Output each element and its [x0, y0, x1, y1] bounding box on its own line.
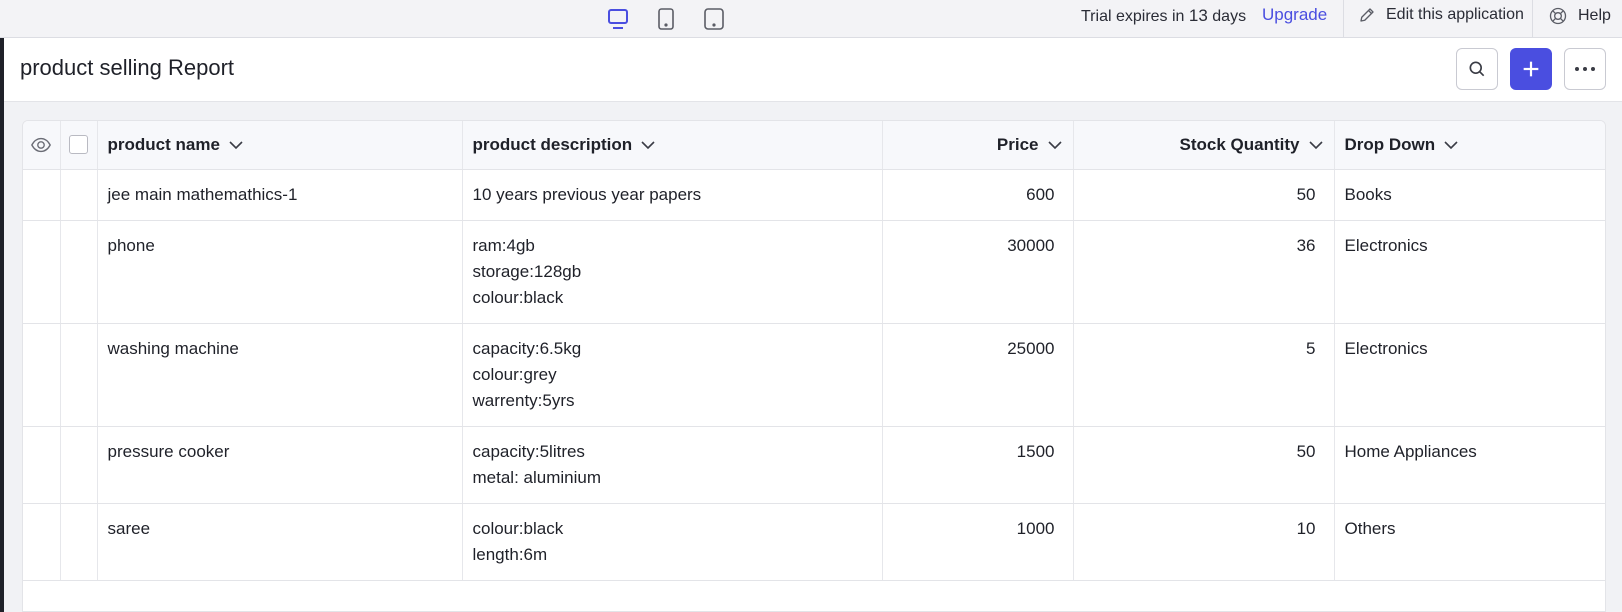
chevron-down-icon [641, 141, 655, 149]
cell-product-description: 10 years previous year papers [462, 169, 883, 221]
visibility-column[interactable] [23, 121, 61, 170]
row-visibility-cell [23, 220, 61, 324]
cell-product-description: capacity:5litres metal: aluminium [462, 426, 883, 504]
description-line: storage:128gb [472, 261, 582, 281]
description-line: ram:4gb [472, 235, 535, 255]
lifebuoy-icon [1549, 7, 1567, 25]
divider [1532, 0, 1533, 38]
edit-application-label: Edit this application [1386, 6, 1524, 23]
page-header: product selling Report [4, 38, 1622, 102]
row-select-cell[interactable] [60, 426, 98, 504]
row-select-cell[interactable] [60, 323, 98, 427]
cell-product-description: ram:4gb storage:128gb colour:black [462, 220, 883, 324]
description-line: colour:black [472, 287, 564, 307]
cell-price: 600 [882, 169, 1074, 221]
cell-drop-down: Books [1334, 169, 1605, 221]
cell-stock-quantity: 36 [1073, 220, 1335, 324]
table-row[interactable]: washing machine capacity:6.5kg colour:gr… [23, 323, 1605, 427]
description-line: metal: aluminium [472, 467, 602, 487]
select-all-checkbox[interactable] [69, 135, 88, 155]
cell-product-name: washing machine [97, 323, 463, 427]
pencil-icon [1360, 8, 1374, 22]
cell-product-name: pressure cooker [97, 426, 463, 504]
mobile-view-icon[interactable] [699, 4, 729, 34]
cell-product-description: colour:black length:6m [462, 503, 883, 581]
cell-stock-quantity: 5 [1073, 323, 1335, 427]
cell-product-name: phone [97, 220, 463, 324]
column-header-price[interactable]: Price [882, 121, 1074, 170]
description-line: 10 years previous year papers [472, 184, 702, 204]
column-label: Drop Down [1344, 134, 1436, 154]
divider [1343, 0, 1344, 38]
top-bar: Trial expires in 13 days Upgrade Edit th… [0, 0, 1622, 38]
row-visibility-cell [23, 323, 61, 427]
trial-notice: Trial expires in 13 days [1081, 6, 1246, 27]
column-header-stock-quantity[interactable]: Stock Quantity [1073, 121, 1335, 170]
plus-icon [1523, 61, 1539, 77]
description-line: colour:grey [472, 364, 557, 384]
content-area: product name product description Price S… [4, 102, 1622, 612]
description-line: length:6m [472, 544, 548, 564]
column-header-product-description[interactable]: product description [462, 121, 883, 170]
eye-icon [31, 137, 52, 152]
cell-drop-down: Home Appliances [1334, 426, 1605, 504]
column-label: product description [472, 134, 633, 154]
column-label: Stock Quantity [1179, 134, 1300, 154]
edit-application-button[interactable]: Edit this application [1358, 6, 1524, 24]
table-row[interactable]: saree colour:black length:6m 1000 10 Oth… [23, 503, 1605, 581]
select-all-column[interactable] [60, 121, 98, 170]
description-line: capacity:5litres [472, 441, 585, 461]
cell-price: 25000 [882, 323, 1074, 427]
row-select-cell[interactable] [60, 503, 98, 581]
column-label: product name [107, 134, 220, 154]
help-label: Help [1578, 7, 1611, 24]
column-header-product-name[interactable]: product name [97, 121, 463, 170]
more-options-button[interactable] [1564, 48, 1606, 90]
description-line: colour:black [472, 518, 564, 538]
cell-price: 1500 [882, 426, 1074, 504]
table-row[interactable]: jee main mathemathics-1 10 years previou… [23, 169, 1605, 221]
cell-product-description: capacity:6.5kg colour:grey warrenty:5yrs [462, 323, 883, 427]
chevron-down-icon [229, 141, 243, 149]
page-title: product selling Report [20, 55, 235, 80]
table-row[interactable]: pressure cooker capacity:5litres metal: … [23, 426, 1605, 504]
search-icon [1469, 61, 1485, 77]
row-select-cell[interactable] [60, 220, 98, 324]
column-label: Price [996, 134, 1039, 154]
trial-days: 13 [1188, 6, 1208, 25]
cell-stock-quantity: 50 [1073, 169, 1335, 221]
description-line: capacity:6.5kg [472, 338, 582, 358]
data-table: product name product description Price S… [22, 120, 1606, 612]
trial-prefix: Trial expires in [1081, 8, 1185, 25]
row-visibility-cell [23, 503, 61, 581]
table-header-row: product name product description Price S… [23, 121, 1605, 170]
more-horizontal-icon [1575, 67, 1595, 71]
chevron-down-icon [1444, 141, 1458, 149]
chevron-down-icon [1047, 141, 1062, 149]
cell-stock-quantity: 10 [1073, 503, 1335, 581]
help-button[interactable]: Help [1548, 6, 1611, 26]
search-button[interactable] [1456, 48, 1498, 90]
cell-drop-down: Electronics [1334, 220, 1605, 324]
cell-drop-down: Electronics [1334, 323, 1605, 427]
table-row[interactable]: phone ram:4gb storage:128gb colour:black… [23, 220, 1605, 324]
add-record-button[interactable] [1510, 48, 1552, 90]
cell-product-name: saree [97, 503, 463, 581]
device-switcher [603, 4, 729, 34]
cell-price: 1000 [882, 503, 1074, 581]
description-line: warrenty:5yrs [472, 390, 575, 410]
cell-stock-quantity: 50 [1073, 426, 1335, 504]
row-visibility-cell [23, 426, 61, 504]
chevron-down-icon [1308, 141, 1323, 149]
row-select-cell[interactable] [60, 169, 98, 221]
cell-product-name: jee main mathemathics-1 [97, 169, 463, 221]
cell-drop-down: Others [1334, 503, 1605, 581]
cell-price: 30000 [882, 220, 1074, 324]
trial-suffix: days [1212, 8, 1247, 25]
tablet-view-icon[interactable] [651, 4, 681, 34]
upgrade-link[interactable]: Upgrade [1262, 5, 1327, 25]
row-visibility-cell [23, 169, 61, 221]
desktop-view-icon[interactable] [603, 4, 633, 34]
column-header-drop-down[interactable]: Drop Down [1334, 121, 1605, 170]
